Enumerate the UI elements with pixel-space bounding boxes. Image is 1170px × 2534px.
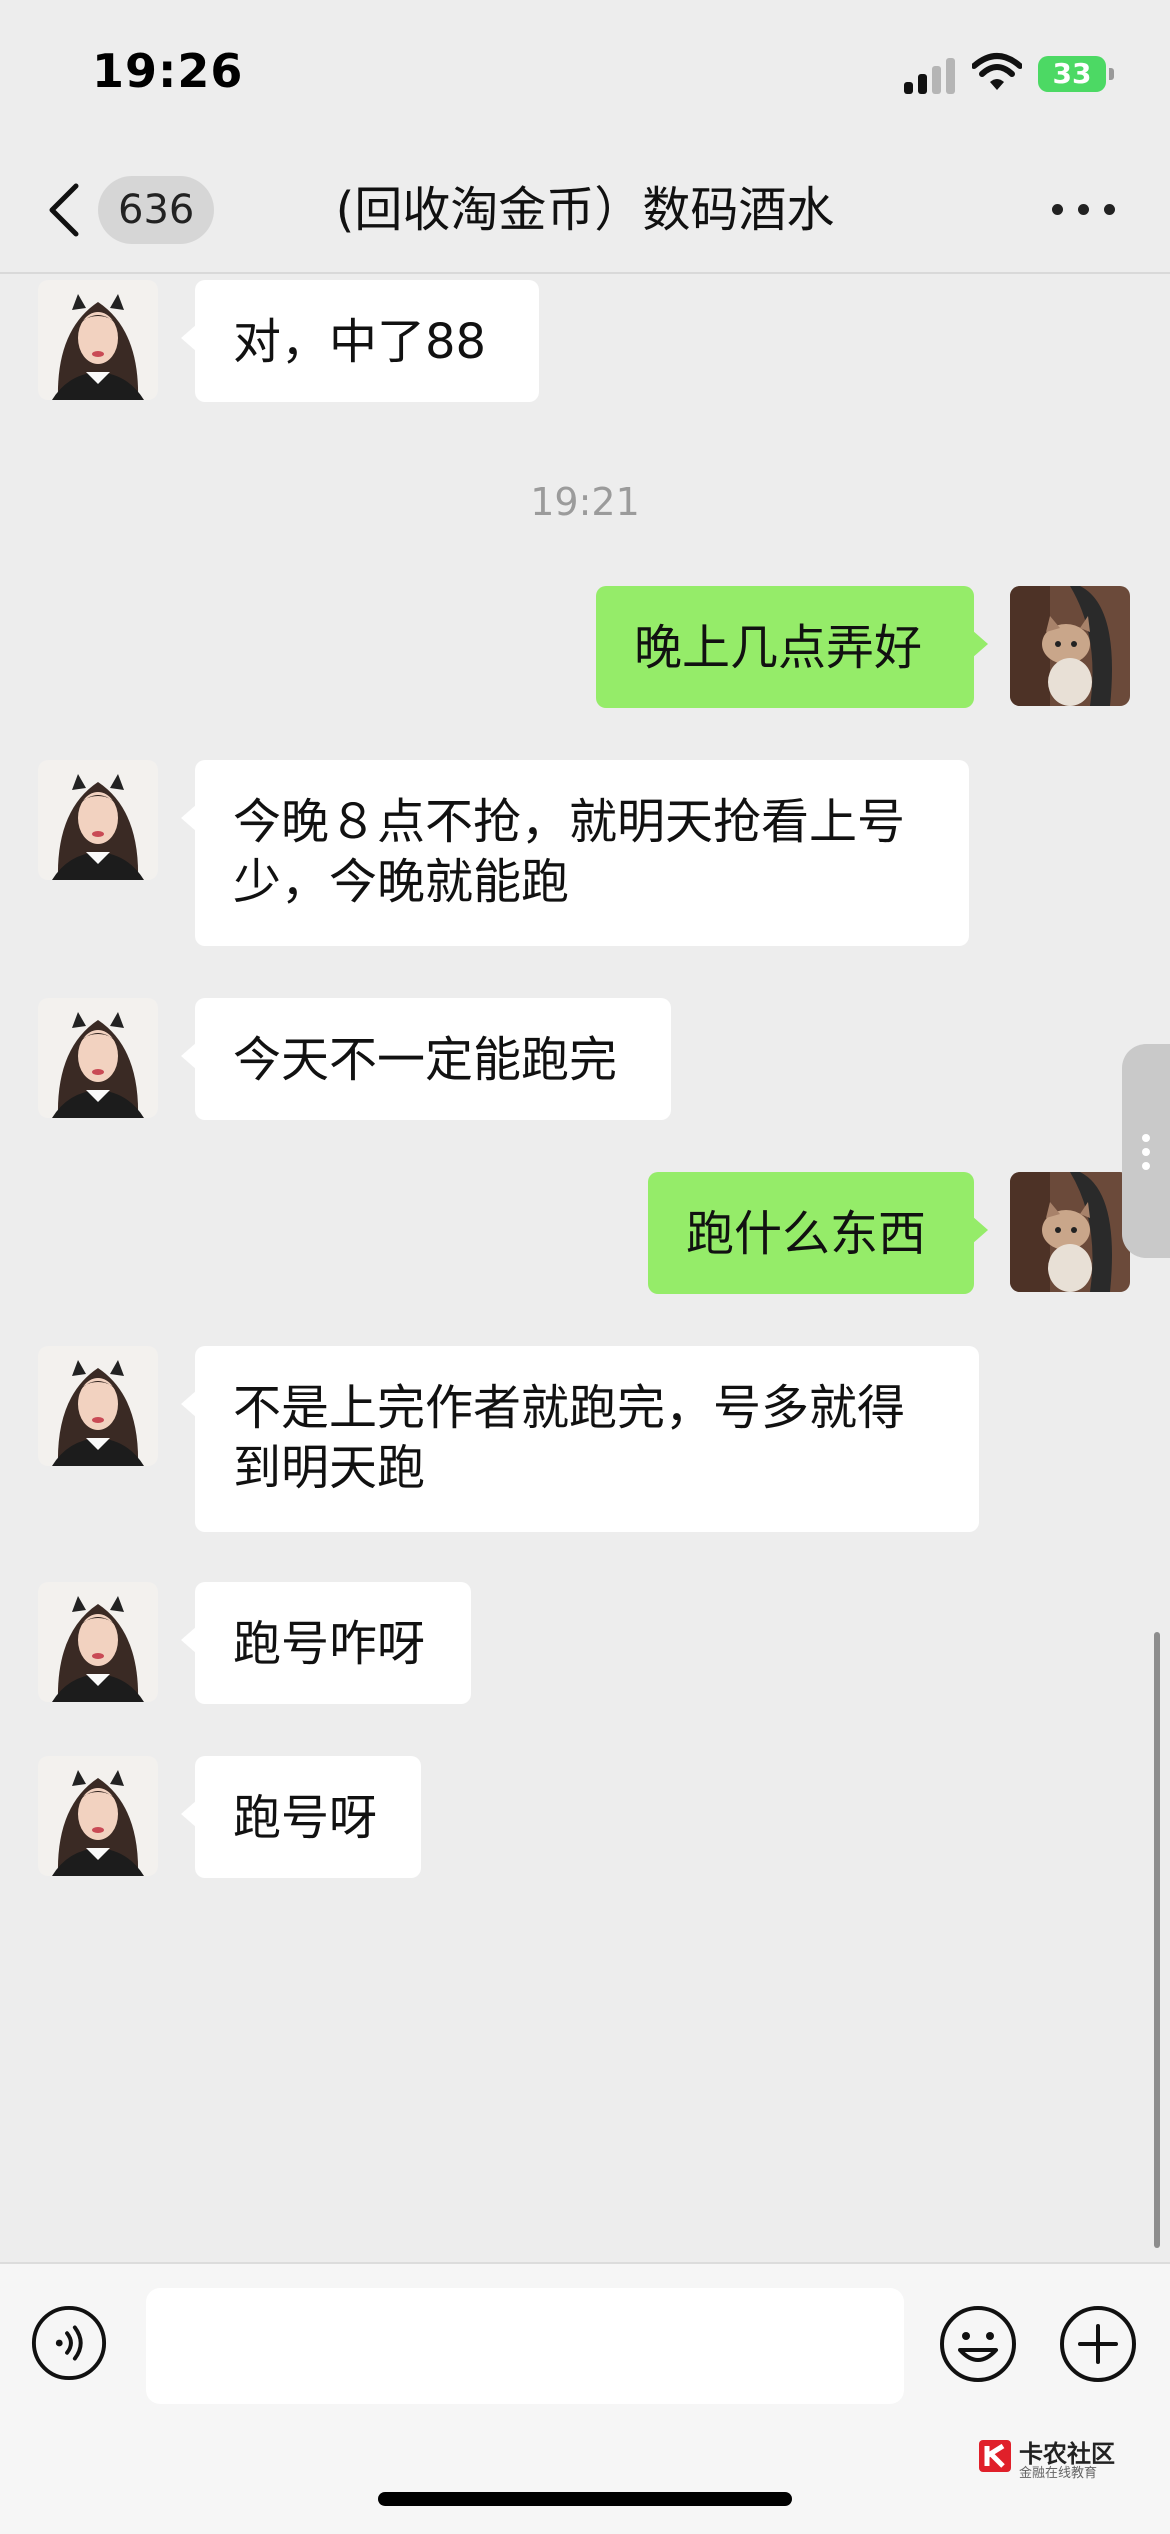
emoji-icon[interactable] (938, 2304, 1018, 2384)
plus-icon[interactable] (1058, 2304, 1138, 2384)
side-handle[interactable] (1122, 1044, 1170, 1258)
more-dots-icon[interactable] (1052, 200, 1116, 220)
avatar[interactable] (38, 280, 158, 400)
message-input[interactable] (146, 2288, 904, 2404)
message-bubble-incoming[interactable]: 跑号呀 (181, 1756, 421, 1878)
status-bar: 19:26 33 (0, 0, 1170, 150)
message-bubble-incoming[interactable]: 今天不一定能跑完 (181, 998, 671, 1120)
watermark: 卡农社区 金融在线教育 (975, 2434, 1125, 2481)
unread-count-badge[interactable]: 636 (98, 176, 215, 244)
wifi-icon (972, 53, 1022, 90)
watermark-logo-icon (979, 2440, 1011, 2472)
avatar[interactable] (38, 760, 158, 880)
cellular-signal-icon (904, 58, 958, 94)
message-bubble-outgoing[interactable]: 晚上几点弄好 (596, 586, 988, 708)
chevron-left-icon[interactable] (44, 180, 84, 240)
avatar[interactable] (38, 1756, 158, 1876)
battery-level: 33 (1038, 56, 1106, 92)
message-bubble-incoming[interactable]: 跑号咋呀 (181, 1582, 471, 1704)
message-bubble-incoming[interactable]: 今晚８点不抢，就明天抢看上号少，今晚就能跑 (181, 760, 969, 946)
chat-title: (回收淘金币）数码酒水 (335, 182, 835, 238)
message-bubble-incoming[interactable]: 对，中了88 (181, 280, 539, 402)
message-list[interactable]: 对，中了88 19:21 晚上几点弄好 今晚８点不抢，就明天抢看上号少，今晚就能… (0, 274, 1170, 2264)
avatar[interactable] (1010, 586, 1130, 706)
message-timestamp: 19:21 (530, 480, 640, 524)
watermark-subtitle: 金融在线教育 (1019, 2466, 1098, 2481)
chat-header: 636 (回收淘金币）数码酒水 (0, 150, 1170, 274)
message-bubble-incoming[interactable]: 不是上完作者就跑完，号多就得到明天跑 (181, 1346, 979, 1532)
status-time: 19:26 (92, 44, 244, 98)
message-bubble-outgoing[interactable]: 跑什么东西 (648, 1172, 988, 1294)
battery-icon: 33 (1038, 56, 1114, 92)
avatar[interactable] (38, 1582, 158, 1702)
voice-icon[interactable] (30, 2304, 108, 2382)
scrollbar[interactable] (1154, 1632, 1160, 2248)
input-bar: 卡农社区 金融在线教育 (0, 2262, 1170, 2534)
avatar[interactable] (1010, 1172, 1130, 1292)
avatar[interactable] (38, 998, 158, 1118)
avatar[interactable] (38, 1346, 158, 1466)
home-indicator (378, 2492, 792, 2506)
